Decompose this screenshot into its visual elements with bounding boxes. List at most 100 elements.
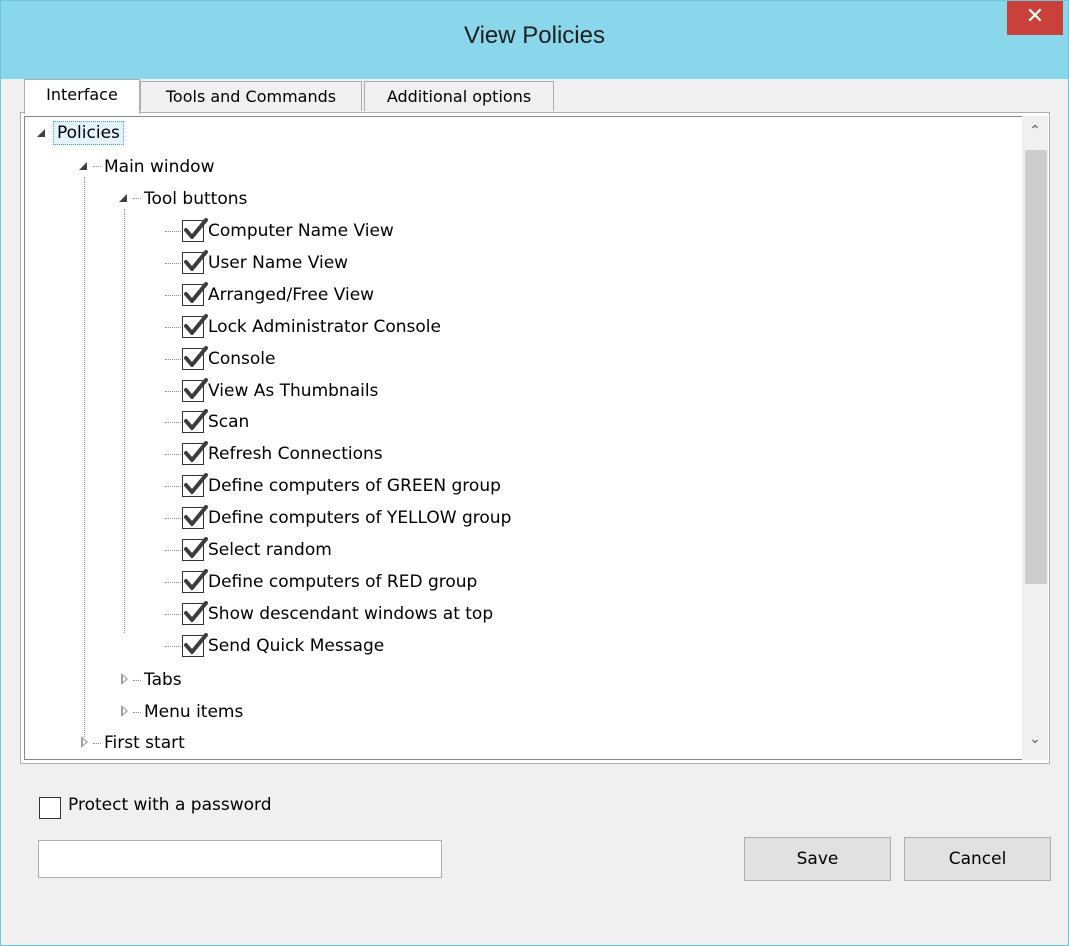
tree-item[interactable]: Refresh Connections <box>208 441 383 467</box>
checkmark-icon <box>184 346 208 367</box>
tree-connector <box>133 712 141 713</box>
tree-node-label: Tool buttons <box>144 189 248 209</box>
tree-node-label: First start <box>104 733 185 753</box>
checkmark-icon <box>184 505 208 526</box>
item-checkbox[interactable] <box>182 441 208 465</box>
item-checkbox[interactable] <box>182 537 208 561</box>
tree-connector <box>165 454 181 455</box>
tree-connector <box>165 646 181 647</box>
tree-item[interactable]: User Name View <box>208 250 348 276</box>
checkmark-icon <box>184 441 208 462</box>
tab-additional-options[interactable]: Additional options <box>364 81 554 111</box>
tree-node-tabs[interactable]: Tabs <box>144 667 182 693</box>
interface-tab-panel: Policies Main window Tool buttons Tabs M… <box>20 112 1050 764</box>
tree-item-label: Define computers of GREEN group <box>208 476 501 496</box>
item-checkbox[interactable] <box>182 409 208 433</box>
tree-item-label: Computer Name View <box>208 221 394 241</box>
item-checkbox[interactable] <box>182 314 208 338</box>
tree-item-label: User Name View <box>208 253 349 273</box>
tree-item-label: Lock Administrator Console <box>208 317 441 337</box>
collapse-arrow-icon[interactable] <box>79 162 91 174</box>
tree-item[interactable]: Send Quick Message <box>208 633 384 659</box>
tree-connector <box>93 743 101 744</box>
checkmark-icon <box>184 218 208 239</box>
tree-node-label: Menu items <box>144 702 244 722</box>
item-checkbox[interactable] <box>182 378 208 402</box>
item-checkbox[interactable] <box>182 218 208 242</box>
tree-connector <box>165 582 181 583</box>
expand-arrow-icon[interactable] <box>79 736 91 749</box>
tree-item[interactable]: Lock Administrator Console <box>208 314 441 340</box>
tree-connector <box>165 422 181 423</box>
close-icon: ✕ <box>1025 4 1045 29</box>
protect-password-label[interactable]: Protect with a password <box>68 795 272 815</box>
checkmark-icon <box>184 378 208 399</box>
cancel-button[interactable]: Cancel <box>904 837 1051 881</box>
checkmark-icon <box>184 569 208 590</box>
expand-arrow-icon[interactable] <box>119 673 131 686</box>
tree-scrollbar[interactable]: ⌃ ⌄ <box>1022 116 1048 760</box>
policies-tree[interactable]: Policies Main window Tool buttons Tabs M… <box>24 116 1025 760</box>
tree-node-label: Main window <box>104 157 215 177</box>
collapse-arrow-icon[interactable] <box>37 129 49 141</box>
tree-item[interactable]: Scan <box>208 409 249 435</box>
tree-connector <box>84 177 85 737</box>
tree-item-label: Send Quick Message <box>208 636 385 656</box>
tree-item[interactable]: Computer Name View <box>208 218 394 244</box>
tree-connector <box>165 327 181 328</box>
tree-item-label: Select random <box>208 540 332 560</box>
close-button[interactable]: ✕ <box>1007 1 1063 35</box>
tree-node-policies[interactable]: Policies <box>53 120 124 146</box>
checkmark-icon <box>184 601 208 622</box>
item-checkbox[interactable] <box>182 505 208 529</box>
tree-connector <box>124 209 125 633</box>
checkmark-icon <box>184 314 208 335</box>
tree-connector <box>93 166 101 167</box>
item-checkbox[interactable] <box>182 473 208 497</box>
item-checkbox[interactable] <box>182 282 208 306</box>
tree-item-label: Arranged/Free View <box>208 285 375 305</box>
collapse-arrow-icon[interactable] <box>119 194 131 206</box>
tree-item[interactable]: Define computers of RED group <box>208 569 477 595</box>
tree-item[interactable]: Show descendant windows at top <box>208 601 493 627</box>
tab-tools-and-commands[interactable]: Tools and Commands <box>140 81 362 111</box>
item-checkbox[interactable] <box>182 633 208 657</box>
tree-connector <box>165 263 181 264</box>
tree-item[interactable]: Select random <box>208 537 332 563</box>
expand-arrow-icon[interactable] <box>119 705 131 718</box>
tree-node-menu-items[interactable]: Menu items <box>144 699 243 725</box>
tree-connector <box>165 518 181 519</box>
item-checkbox[interactable] <box>182 601 208 625</box>
tree-connector <box>133 198 141 199</box>
tree-connector <box>165 231 181 232</box>
tree-item[interactable]: Console <box>208 346 276 372</box>
tree-item[interactable]: Arranged/Free View <box>208 282 374 308</box>
scroll-up-icon[interactable]: ⌃ <box>1022 120 1048 142</box>
tree-item[interactable]: Define computers of YELLOW group <box>208 505 511 531</box>
tree-item[interactable]: View As Thumbnails <box>208 378 378 404</box>
checkmark-icon <box>184 473 208 494</box>
tree-item-label: Console <box>208 349 276 369</box>
item-checkbox[interactable] <box>182 569 208 593</box>
tree-item[interactable]: Define computers of GREEN group <box>208 473 501 499</box>
tree-node-main-window[interactable]: Main window <box>104 154 214 180</box>
checkmark-icon <box>184 537 208 558</box>
tree-connector <box>165 295 181 296</box>
checkmark-icon <box>184 250 208 271</box>
scroll-down-icon[interactable]: ⌄ <box>1022 728 1048 750</box>
tree-connector <box>165 550 181 551</box>
view-policies-window: View Policies ✕ Interface Tools and Comm… <box>0 0 1069 946</box>
tree-node-first-start[interactable]: First start <box>104 730 185 756</box>
item-checkbox[interactable] <box>182 250 208 274</box>
protect-password-checkbox[interactable] <box>39 797 61 819</box>
title-bar[interactable]: View Policies ✕ <box>1 1 1068 79</box>
password-input[interactable] <box>38 840 442 878</box>
tab-interface[interactable]: Interface <box>24 79 140 114</box>
tree-node-tool-buttons[interactable]: Tool buttons <box>144 186 247 212</box>
scroll-thumb[interactable] <box>1025 150 1047 584</box>
tree-item-label: Define computers of YELLOW group <box>208 508 512 528</box>
item-checkbox[interactable] <box>182 346 208 370</box>
tree-connector <box>165 614 181 615</box>
tree-connector <box>165 391 181 392</box>
save-button[interactable]: Save <box>744 837 891 881</box>
